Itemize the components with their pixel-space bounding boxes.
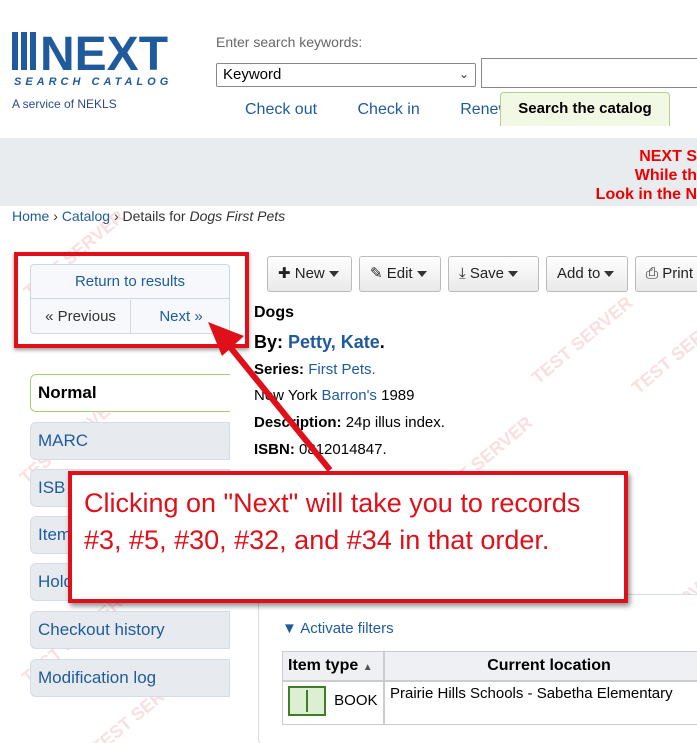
filter-icon: ▼ [282, 620, 297, 637]
header: NEXT SEARCH CATALOG A service of NEKLS E… [0, 0, 697, 138]
annotation-callout: Clicking on "Next" will take you to reco… [68, 471, 628, 603]
breadcrumb-details-label: Details for [122, 208, 186, 224]
print-label: Print [662, 265, 694, 282]
record-title: Dogs [254, 304, 294, 321]
pub-place: New York [254, 387, 318, 404]
breadcrumb: Home › Catalog › Details for Dogs First … [12, 208, 286, 224]
save-label: Save [469, 265, 505, 282]
chevron-down-icon: ⌄ [458, 67, 469, 81]
edit-button[interactable]: ✎ Edit [359, 256, 441, 292]
alert-band [0, 138, 697, 206]
menu-marc[interactable]: MARC [30, 422, 230, 460]
add-to-button[interactable]: Add to [546, 256, 628, 292]
search-type-value: Keyword [223, 66, 282, 83]
isbn-label: ISBN: [254, 441, 295, 458]
download-icon: ⤓ [459, 265, 466, 282]
publisher-link[interactable]: Barron's [322, 387, 377, 404]
highlight-frame [14, 252, 249, 348]
series-line: Series: First Pets. [254, 361, 376, 378]
description-line: Description: 24p illus index. [254, 414, 445, 431]
breadcrumb-home[interactable]: Home [12, 208, 49, 224]
alert-line: Look in the N [595, 186, 697, 203]
item-type-value: BOOK [334, 691, 378, 709]
breadcrumb-catalog[interactable]: Catalog [62, 208, 110, 224]
publication-line: New York Barron's 1989 [254, 387, 414, 404]
author-link[interactable]: Petty, Kate [288, 332, 380, 352]
search-prompt: Enter search keywords: [216, 34, 363, 50]
pub-year: 1989 [381, 387, 415, 404]
column-header-current-location[interactable]: Current location [384, 651, 697, 681]
book-icon [288, 686, 326, 716]
series-link[interactable]: First Pets. [308, 361, 376, 378]
activate-filters-link[interactable]: ▼ Activate filters [282, 620, 394, 637]
table-cell-location: Prairie Hills Schools - Sabetha Elementa… [384, 681, 697, 725]
caret-down-icon [416, 271, 427, 278]
print-button[interactable]: ⎙ Print [635, 256, 697, 292]
service-text: A service of NEKLS [12, 97, 117, 111]
plus-icon: ✚ [278, 265, 291, 282]
tab-search-catalog[interactable]: Search the catalog [500, 92, 670, 126]
menu-checkout-history[interactable]: Checkout history [30, 611, 230, 649]
isbn-line: ISBN: 0812014847. [254, 441, 387, 458]
description-label: Description: [254, 414, 342, 431]
menu-modification-log[interactable]: Modification log [30, 659, 230, 697]
edit-label: Edit [386, 265, 413, 282]
pencil-icon: ✎ [370, 265, 383, 282]
record-author-line: By: Petty, Kate. [254, 332, 385, 352]
search-type-select[interactable]: Keyword ⌄ [216, 63, 476, 87]
watermark: TEST SERVER [627, 302, 697, 398]
sort-asc-icon: ▲ [362, 662, 373, 673]
circulation-nav: Check out Check in Renew [231, 101, 532, 119]
alert-line: While th [634, 167, 697, 184]
breadcrumb-title: Dogs First Pets [189, 208, 286, 224]
nav-check-in[interactable]: Check in [358, 101, 420, 118]
page: NEXT SEARCH CATALOG A service of NEKLS E… [0, 0, 697, 743]
next-logo[interactable]: NEXT SEARCH CATALOG [12, 28, 202, 88]
search-input[interactable] [481, 58, 697, 88]
isbn-value: 0812014847. [299, 441, 387, 458]
add-to-label: Add to [557, 265, 601, 282]
save-button[interactable]: ⤓ Save [448, 256, 539, 292]
svg-text:NEXT: NEXT [40, 28, 168, 81]
caret-down-icon [508, 271, 519, 278]
description-value: 24p illus index. [345, 414, 445, 431]
series-label: Series: [254, 361, 305, 378]
menu-normal[interactable]: Normal [30, 374, 230, 412]
new-button[interactable]: ✚ New [267, 256, 352, 292]
caret-down-icon [328, 271, 339, 278]
watermark: TEST SERVER [527, 292, 637, 388]
by-label: By: [254, 332, 284, 352]
nav-check-out[interactable]: Check out [245, 101, 317, 118]
new-label: New [294, 265, 325, 282]
alert-message: NEXT S While th Look in the N [596, 147, 697, 204]
table-cell-item-type: BOOK [282, 681, 384, 725]
filters-label: Activate filters [300, 620, 394, 637]
column-header-item-type[interactable]: Item type ▲ [282, 651, 384, 681]
printer-icon: ⎙ [646, 265, 659, 282]
svg-text:SEARCH CATALOG: SEARCH CATALOG [14, 76, 172, 88]
item-type-header: Item type [288, 657, 359, 674]
alert-line: NEXT S [639, 148, 697, 165]
caret-down-icon [604, 271, 615, 278]
